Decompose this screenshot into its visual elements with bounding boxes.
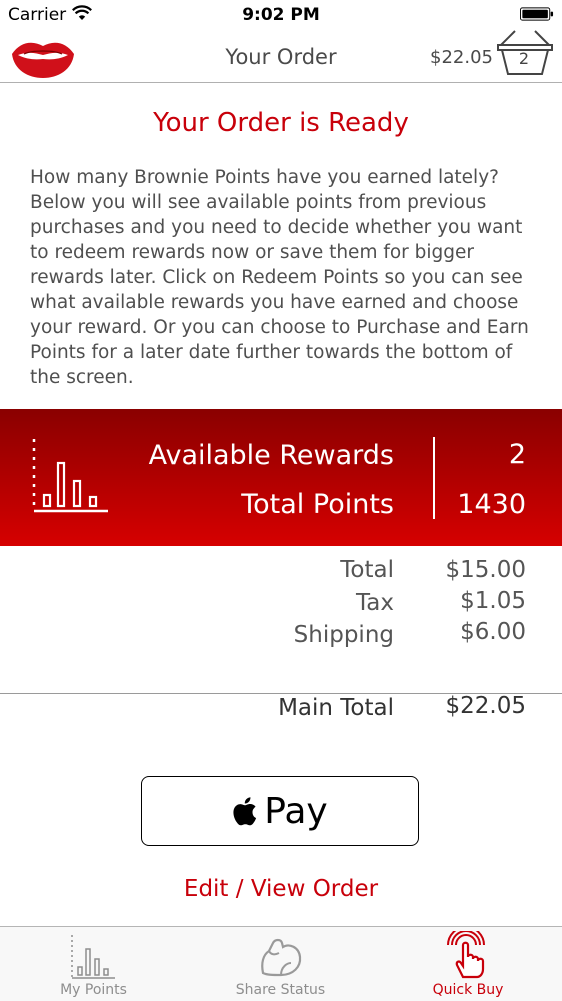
apple-logo-icon <box>233 797 257 826</box>
shipping-value: $6.00 <box>460 619 526 645</box>
total-label: Total <box>340 557 394 583</box>
tab-my-points[interactable]: My Points <box>0 927 187 1001</box>
cart-total: $22.05 <box>430 47 493 68</box>
tab-quick-buy[interactable]: Quick Buy <box>374 927 562 1001</box>
tab-share-status[interactable]: Share Status <box>187 927 374 1001</box>
apple-pay-button[interactable]: Pay <box>141 776 419 846</box>
tab-share-status-label: Share Status <box>235 982 326 998</box>
bar-chart-icon <box>71 935 115 979</box>
basket-count: 2 <box>518 49 530 68</box>
status-time: 9:02 PM <box>242 5 320 25</box>
total-value: $15.00 <box>445 557 526 583</box>
flexed-arm-icon <box>261 938 302 977</box>
tab-my-points-label: My Points <box>60 982 127 998</box>
available-rewards-value: 2 <box>508 439 526 470</box>
tax-value: $1.05 <box>460 588 526 614</box>
tab-bar: My Points Share Status Quick Buy <box>0 926 562 1001</box>
apple-pay-label: Pay <box>264 790 328 832</box>
nav-bar: Your Order $22.05 2 <box>0 28 562 83</box>
main-total-value: $22.05 <box>445 693 526 719</box>
total-points-label: Total Points <box>241 489 394 520</box>
tab-quick-buy-label: Quick Buy <box>432 982 504 998</box>
available-rewards-label: Available Rewards <box>148 440 394 471</box>
rewards-banner[interactable]: Available Rewards Total Points 2 1430 <box>0 409 562 546</box>
order-heading: Your Order is Ready <box>153 108 409 138</box>
tap-hand-icon <box>447 931 485 979</box>
order-description: How many Brownie Points have you earned … <box>30 167 529 388</box>
shipping-label: Shipping <box>293 622 394 648</box>
edit-view-order-link[interactable]: Edit / View Order <box>0 876 562 902</box>
main-total-label: Main Total <box>278 695 394 721</box>
tax-label: Tax <box>356 590 394 616</box>
total-points-value: 1430 <box>457 489 526 520</box>
bar-chart-icon <box>32 439 108 513</box>
battery-icon <box>520 7 554 21</box>
banner-divider <box>433 437 435 519</box>
